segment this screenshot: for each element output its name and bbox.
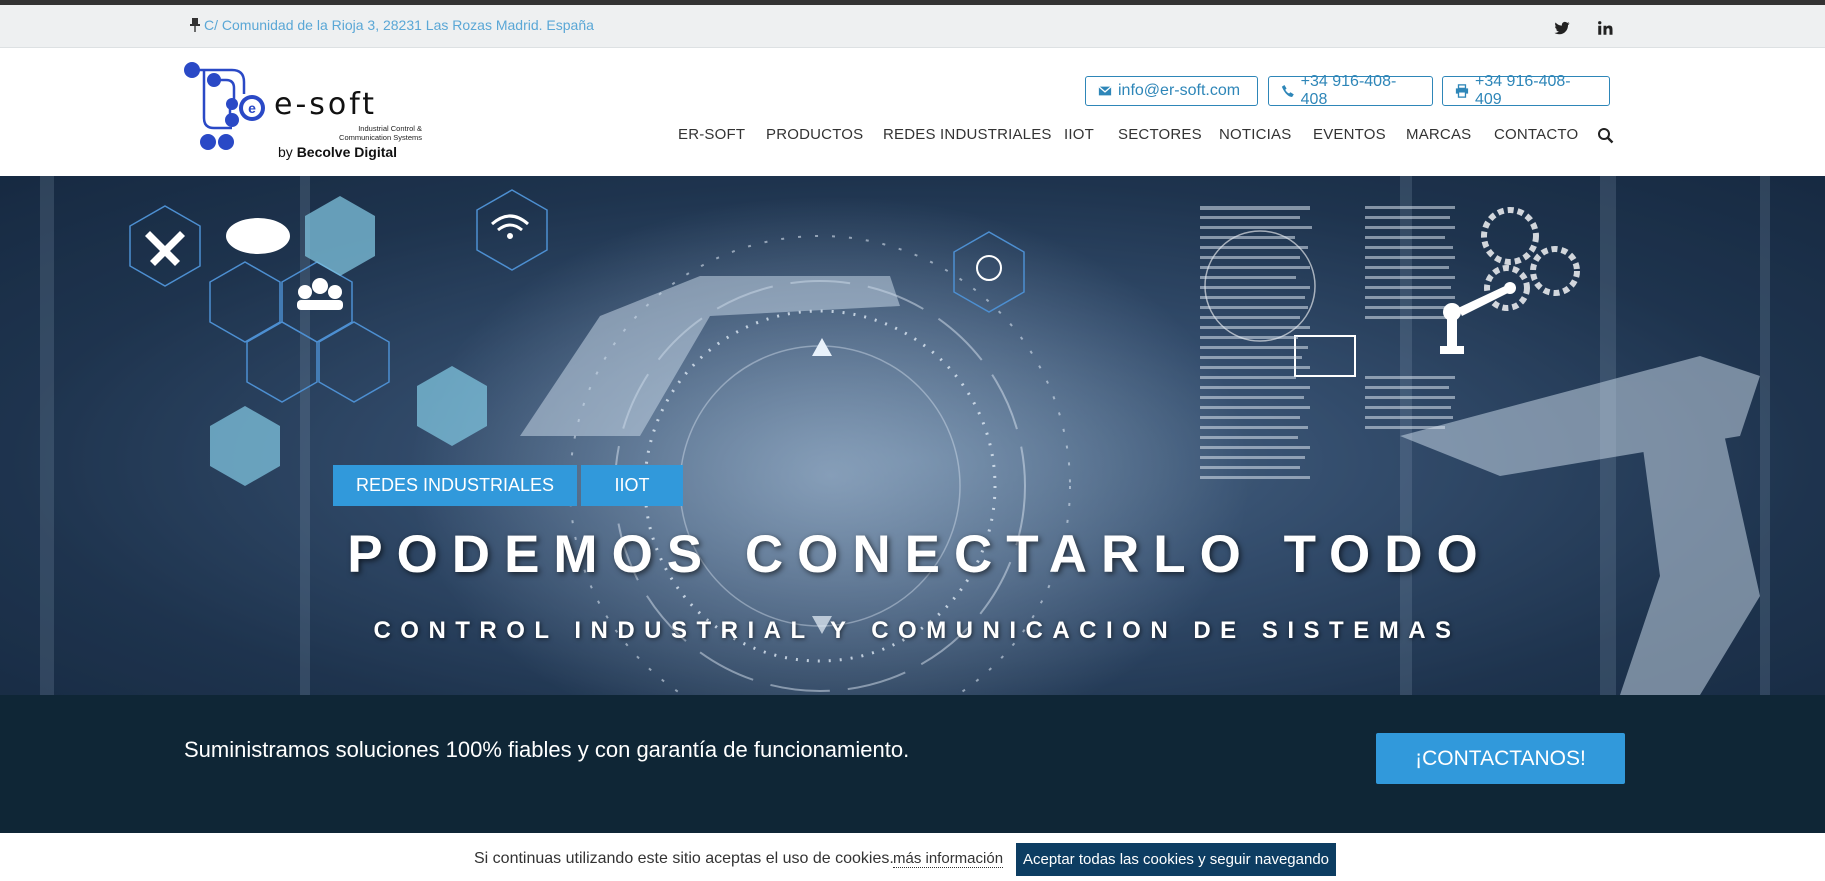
nav-item-redes-industriales[interactable]: REDES INDUSTRIALES	[883, 126, 1052, 143]
band-text: Suministramos soluciones 100% fiables y …	[184, 737, 910, 762]
cookie-text: Si continuas utilizando este sitio acept…	[474, 850, 894, 867]
address-text: C/ Comunidad de la Rioja 3, 28231 Las Ro…	[204, 17, 594, 33]
pin-icon	[190, 18, 200, 32]
nav-item-iiot[interactable]: IIOT	[1064, 126, 1094, 143]
fax-text: +34 916-408-409	[1474, 73, 1571, 108]
linkedin-icon[interactable]	[1596, 19, 1614, 37]
phone-button[interactable]: +34 916-408-408	[1268, 73, 1433, 108]
nav-item-er-soft[interactable]: ER-SOFT	[678, 126, 745, 143]
logo-brand: e-soft	[274, 87, 378, 122]
tag-iiot[interactable]: IIOT	[581, 465, 683, 506]
fax-button[interactable]: +34 916-408-409	[1442, 73, 1610, 108]
nav-item-productos[interactable]: PRODUCTOS	[766, 126, 863, 143]
hero-subtitle: CONTROL INDUSTRIAL Y COMUNICACION DE SIS…	[373, 617, 1461, 644]
cta-band: Suministramos soluciones 100% fiables y …	[0, 695, 1825, 833]
printer-icon	[1455, 84, 1469, 98]
logo-tagline-2: Communication Systems	[339, 133, 422, 142]
logo-by-name: Becolve Digital	[296, 144, 398, 160]
hero-title: PODEMOS CONECTARLO TODO	[347, 525, 1492, 584]
nav-item-sectores[interactable]: SECTORES	[1118, 126, 1202, 143]
nav-item-eventos[interactable]: EVENTOS	[1313, 126, 1386, 143]
twitter-icon[interactable]	[1553, 19, 1571, 37]
svg-text:e: e	[248, 100, 256, 116]
search-icon[interactable]	[1597, 127, 1614, 144]
tag-redes-industriales[interactable]: REDES INDUSTRIALES	[333, 465, 577, 506]
nav-item-noticias[interactable]: NOTICIAS	[1219, 126, 1291, 143]
cookie-more-info-link[interactable]: más información	[893, 850, 1004, 868]
logo-tagline-1: Industrial Control &	[358, 124, 422, 133]
logo-by: by	[278, 144, 293, 160]
hero-banner: REDES INDUSTRIALES IIOT PODEMOS CONECTAR…	[0, 176, 1825, 695]
site-header: e e-soft Industrial Control & Communicat…	[0, 48, 1825, 176]
address[interactable]: C/ Comunidad de la Rioja 3, 28231 Las Ro…	[190, 17, 594, 33]
phone-text: +34 916-408-408	[1300, 73, 1397, 108]
logo[interactable]: e e-soft Industrial Control & Communicat…	[182, 58, 422, 162]
top-bar: C/ Comunidad de la Rioja 3, 28231 Las Ro…	[0, 5, 1825, 48]
nav-item-marcas[interactable]: MARCAS	[1406, 126, 1471, 143]
cookie-bar: Si continuas utilizando este sitio acept…	[0, 833, 1825, 881]
contact-cta-button[interactable]: ¡CONTACTANOS!	[1376, 733, 1625, 784]
accept-cookies-button[interactable]: Aceptar todas las cookies y seguir naveg…	[1016, 843, 1336, 876]
phone-icon	[1281, 85, 1294, 97]
email-text: info@er-soft.com	[1118, 82, 1241, 99]
nav-item-contacto[interactable]: CONTACTO	[1494, 126, 1578, 143]
envelope-icon	[1098, 86, 1112, 96]
email-button[interactable]: info@er-soft.com	[1085, 76, 1258, 106]
